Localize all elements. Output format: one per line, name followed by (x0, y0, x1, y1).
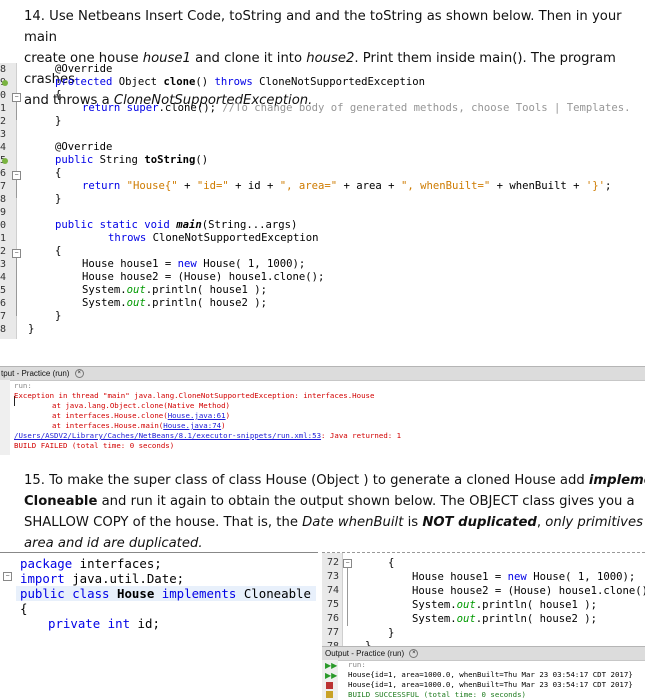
fold-collapse-icon[interactable]: − (12, 93, 21, 102)
code-line: return "House{" + "id=" + id + ", area="… (82, 180, 612, 192)
override-marker-icon[interactable] (2, 80, 8, 86)
code-line: protected Object clone() throws CloneNot… (55, 76, 425, 88)
code-line: { (55, 167, 62, 179)
output-line: Exception in thread "main" java.lang.Clo… (14, 391, 375, 400)
output-line: at java.lang.Object.clone(Native Method) (52, 401, 230, 410)
house2-var: house2 (306, 51, 355, 66)
code-line: { (55, 245, 62, 257)
output-line: House{id=1, area=1000.0, whenBuilt=Thu M… (348, 680, 633, 689)
question-15: 15. To make the super class of class Hou… (24, 470, 645, 554)
q15-line-3: SHALLOW COPY of the house. That is, the … (24, 515, 643, 530)
cloneable-keyword: Cloneable (24, 494, 98, 509)
close-tab-icon[interactable]: × (409, 649, 419, 659)
close-tab-icon[interactable]: × (74, 369, 84, 379)
code-line: System.out.println( house2 ); (412, 613, 597, 625)
implements-keyword: implements (588, 473, 645, 488)
code-line: System.out.println( house2 ); (82, 297, 267, 309)
output-line: BUILD SUCCESSFUL (total time: 0 seconds) (348, 690, 526, 699)
code-line: House house2 = (House) house1.clone(); (82, 271, 325, 283)
q15-line-4: area and id are duplicated. (24, 536, 203, 551)
code-line: { (388, 557, 395, 569)
q14-line-1: 14. Use Netbeans Insert Code, toString a… (24, 9, 622, 45)
code-line: package interfaces; (20, 556, 162, 571)
output-line: run: (14, 381, 32, 390)
code-line: House house1 = new House( 1, 1000); (82, 258, 306, 270)
q15-line-1: 15. To make the super class of class Hou… (24, 470, 645, 491)
code-line: } (55, 310, 62, 322)
code-line: House house1 = new House( 1, 1000); (412, 571, 636, 583)
code-line: { (55, 89, 62, 101)
stop-icon[interactable] (326, 682, 333, 689)
output-tab-title: tput - Practice (run) (1, 369, 70, 378)
code-line: } (28, 323, 35, 335)
q15-line-2: Cloneable and run it again to obtain the… (24, 494, 635, 509)
output-line: BUILD FAILED (total time: 0 seconds) (14, 441, 175, 450)
fold-guide (16, 180, 17, 198)
output-tab-header[interactable]: tput - Practice (run) × (0, 366, 645, 381)
code-line: public String toString() (55, 154, 209, 166)
fold-collapse-icon[interactable]: − (12, 171, 21, 180)
question-14: 14. Use Netbeans Insert Code, toString a… (24, 6, 636, 111)
settings-icon[interactable] (326, 691, 333, 698)
code-line: } (388, 627, 395, 639)
code-line: return super.clone(); //To change body o… (82, 102, 631, 114)
output-line: /Users/ASDV2/Library/Caches/NetBeans/8.1… (14, 431, 402, 440)
fold-guide (16, 102, 17, 120)
code-line: private int id; (48, 616, 160, 631)
output-toolbar (0, 380, 10, 455)
code-line: throws CloneNotSupportedException (108, 232, 319, 244)
rerun-icon[interactable]: ▶▶ (325, 661, 337, 670)
output-line: House{id=1, area=1000.0, whenBuilt=Thu M… (348, 670, 633, 679)
code-line: } (55, 193, 62, 205)
code-line: System.out.println( house1 ); (412, 599, 597, 611)
output-toolbar: ▶▶ ▶▶ (322, 660, 338, 700)
run-xml-link[interactable]: /Users/ASDV2/Library/Caches/NetBeans/8.1… (14, 431, 321, 440)
house1-var: house1 (142, 51, 191, 66)
fold-collapse-icon[interactable]: − (12, 249, 21, 258)
override-marker-icon[interactable] (2, 158, 8, 164)
output-line: run: (348, 660, 366, 669)
code-line: @Override (55, 141, 113, 153)
output-line: at interfaces.House.clone(House.java:61) (52, 411, 231, 420)
code-line: public static void main(String...args) (55, 219, 298, 231)
fold-collapse-icon[interactable]: − (3, 572, 12, 581)
code-line: public class House implements Cloneable (20, 586, 311, 601)
code-line: import java.util.Date; (20, 571, 185, 586)
divider (0, 552, 318, 553)
output-tab-header[interactable]: Output - Practice (run) × (322, 646, 645, 661)
stacktrace-link[interactable]: House.java:74 (163, 421, 221, 430)
code-line: System.out.println( house1 ); (82, 284, 267, 296)
cropped-edge (322, 552, 645, 554)
fold-guide (347, 568, 348, 626)
output-tab-title: Output - Practice (run) (325, 649, 405, 658)
code-line: } (55, 115, 62, 127)
stacktrace-link[interactable]: House.java:61 (168, 411, 226, 420)
code-line: @Override (55, 63, 113, 75)
fold-guide (16, 258, 17, 316)
fold-collapse-icon[interactable]: − (343, 559, 352, 568)
rerun-icon[interactable]: ▶▶ (325, 671, 337, 680)
output-line: at interfaces.House.main(House.java:74) (52, 421, 226, 430)
code-line: { (20, 601, 28, 616)
code-line: House house2 = (House) house1.clone(); (412, 585, 645, 597)
